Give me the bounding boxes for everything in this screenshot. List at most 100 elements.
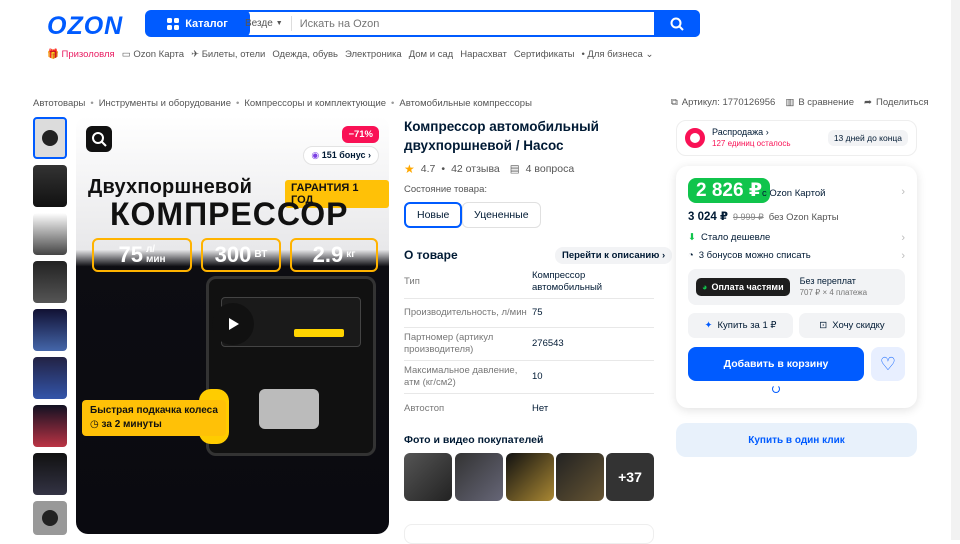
condition-label: Состояние товара: (404, 184, 487, 195)
thumbnail[interactable] (33, 357, 67, 399)
about-heading: О товаре (404, 248, 458, 262)
breadcrumb-item[interactable]: Автотовары (33, 98, 85, 109)
spec-badge-power: 300 ВТ (201, 238, 281, 272)
chart-icon: ▥ (785, 97, 795, 108)
card-price-label: с Ozon Картой (762, 188, 826, 199)
search-button[interactable] (654, 10, 700, 37)
price-dropped-line[interactable]: ⬇ Стало дешевле (688, 232, 770, 243)
search-input[interactable] (291, 17, 654, 30)
search-bar: Везде ▼ (235, 10, 700, 37)
spec-badge-flow: 75 л/мин (92, 238, 192, 272)
loading-icon (772, 385, 780, 393)
thumbnail[interactable] (33, 213, 67, 255)
discount-badge: −71% (342, 126, 379, 143)
image-heading-line2: КОМПРЕССОР (110, 196, 349, 232)
breadcrumb-item[interactable]: Инструменты и оборудование (99, 98, 231, 109)
nav-item-tickets[interactable]: ✈ Билеты, отели (191, 49, 265, 60)
nav-item-ozon-card[interactable]: ▭ Ozon Карта (122, 49, 184, 60)
specs-table: Тип Компрессор автомобильный Производител… (404, 266, 654, 423)
rating-row[interactable]: ★ 4.7 • 42 отзыва ▤ 4 вопроса (404, 162, 574, 176)
more-photos-button[interactable]: +37 (606, 453, 654, 501)
thumbnail[interactable] (33, 261, 67, 303)
sale-title: Распродажа (712, 127, 764, 137)
sale-banner[interactable]: Распродажа › 127 единиц осталось 13 дней … (676, 120, 917, 156)
coin-icon: ◔ (688, 250, 694, 261)
play-icon (42, 510, 58, 526)
customer-photos-title: Фото и видео покупателей (404, 434, 544, 446)
chevron-right-icon[interactable]: › (901, 250, 905, 262)
buy-one-click-button[interactable]: Купить в один клик (676, 423, 917, 457)
want-discount-button[interactable]: ⊡ Хочу скидку (799, 313, 905, 338)
rating-value: 4.7 (420, 163, 436, 175)
questions-link[interactable]: 4 вопроса (526, 163, 575, 175)
product-main-image[interactable]: −71% ◉ 151 бонус › Двухпоршневой ГАРАНТИ… (76, 116, 389, 534)
nav-item-prizes[interactable]: 🎁 Призоловля (47, 49, 115, 60)
customer-photo[interactable] (556, 453, 604, 501)
buy-for-1-button[interactable]: ✦ Купить за 1 ₽ (688, 313, 793, 338)
breadcrumb-item[interactable]: Компрессоры и комплектующие (244, 98, 386, 109)
installment-title: Без переплат (799, 276, 856, 286)
installment-block[interactable]: ◕ Оплата частями Без переплат 707 ₽ × 4 пл… (688, 269, 905, 305)
thumbnail[interactable] (33, 165, 67, 207)
nav-item-clothes[interactable]: Одежда, обувь (272, 49, 338, 60)
nav-item-electronics[interactable]: Электроника (345, 49, 402, 60)
ozon-logo[interactable]: OZON (47, 12, 123, 41)
chevron-down-icon: ▼ (275, 20, 283, 27)
clock-icon: ◷ (90, 419, 99, 430)
bonus-writeoff-line[interactable]: ◔ 3 бонусов можно списать (688, 250, 811, 261)
installment-badge: ◕ Оплата частями (696, 278, 790, 296)
customer-photo[interactable] (404, 453, 452, 501)
goto-description-button[interactable]: Перейти к описанию › (555, 247, 673, 264)
spec-row: Максимальное давление, атм (кг/см2) 10 (404, 361, 654, 394)
customer-photo[interactable] (506, 453, 554, 501)
search-scope-select[interactable]: Везде ▼ (237, 16, 292, 31)
share-icon: ➦ (864, 97, 872, 108)
spec-row: Тип Компрессор автомобильный (404, 266, 654, 299)
card-price: 2 826 ₽ (688, 178, 771, 203)
customer-photo[interactable] (455, 453, 503, 501)
tag-icon: ⊡ (819, 320, 828, 331)
review-card (404, 524, 654, 544)
spec-row: Производительность, л/мин 75 (404, 299, 654, 328)
product-meta: ⧉ Артикул: 1770126956 ▥ В сравнение ➦ Подел… (671, 97, 928, 108)
nav-item-bestsellers[interactable]: Нарасхват (460, 49, 507, 60)
copy-icon: ⧉ (671, 97, 678, 108)
plane-icon: ✈ (191, 49, 200, 60)
catalog-label: Каталог (185, 17, 228, 30)
breadcrumb-item[interactable]: Автомобильные компрессоры (399, 98, 532, 109)
reviews-link[interactable]: 42 отзыва (451, 163, 500, 175)
compare-button[interactable]: ▥ В сравнение (785, 97, 854, 108)
breadcrumb: Автотовары • Инструменты и оборудование • … (33, 98, 532, 109)
bonus-icon: ◉ (311, 150, 320, 160)
favorite-button[interactable]: ♡ (871, 347, 905, 381)
condition-discounted-button[interactable]: Уцененные (462, 202, 541, 228)
condition-new-button[interactable]: Новые (404, 202, 463, 228)
installment-sub: 707 ₽ × 4 платежа (799, 288, 868, 297)
card-icon: ▭ (121, 49, 131, 60)
sale-units-left: 127 единиц осталось (712, 139, 791, 148)
search-icon (670, 17, 684, 31)
search-scope-label: Везде (245, 18, 273, 29)
spec-row: Автостоп Нет (404, 402, 549, 414)
add-to-cart-button[interactable]: Добавить в корзину (688, 347, 864, 381)
pie-icon: ◕ (702, 282, 708, 292)
image-search-icon[interactable] (86, 126, 112, 152)
nav-item-certificates[interactable]: Сертификаты (514, 49, 575, 60)
thumbnail[interactable] (33, 405, 67, 447)
thumbnail-video[interactable] (33, 117, 67, 159)
nav-item-business[interactable]: • Для бизнеса ⌄ (581, 49, 653, 60)
thumbnail-video[interactable] (33, 501, 67, 535)
bonus-badge[interactable]: ◉ 151 бонус › (303, 146, 379, 165)
share-button[interactable]: ➦ Поделиться (864, 97, 928, 108)
thumbnail[interactable] (33, 453, 67, 495)
spec-badge-weight: 2.9 кг (290, 238, 378, 272)
article-number[interactable]: ⧉ Артикул: 1770126956 (671, 97, 775, 108)
thumbnail[interactable] (33, 309, 67, 351)
video-play-button[interactable] (212, 303, 254, 345)
grid-icon (167, 17, 180, 30)
chat-icon: ▤ (509, 163, 520, 175)
chevron-right-icon[interactable]: › (901, 186, 905, 198)
nav-item-home[interactable]: Дом и сад (409, 49, 454, 60)
chevron-right-icon[interactable]: › (901, 232, 905, 244)
scrollbar[interactable] (951, 0, 960, 540)
